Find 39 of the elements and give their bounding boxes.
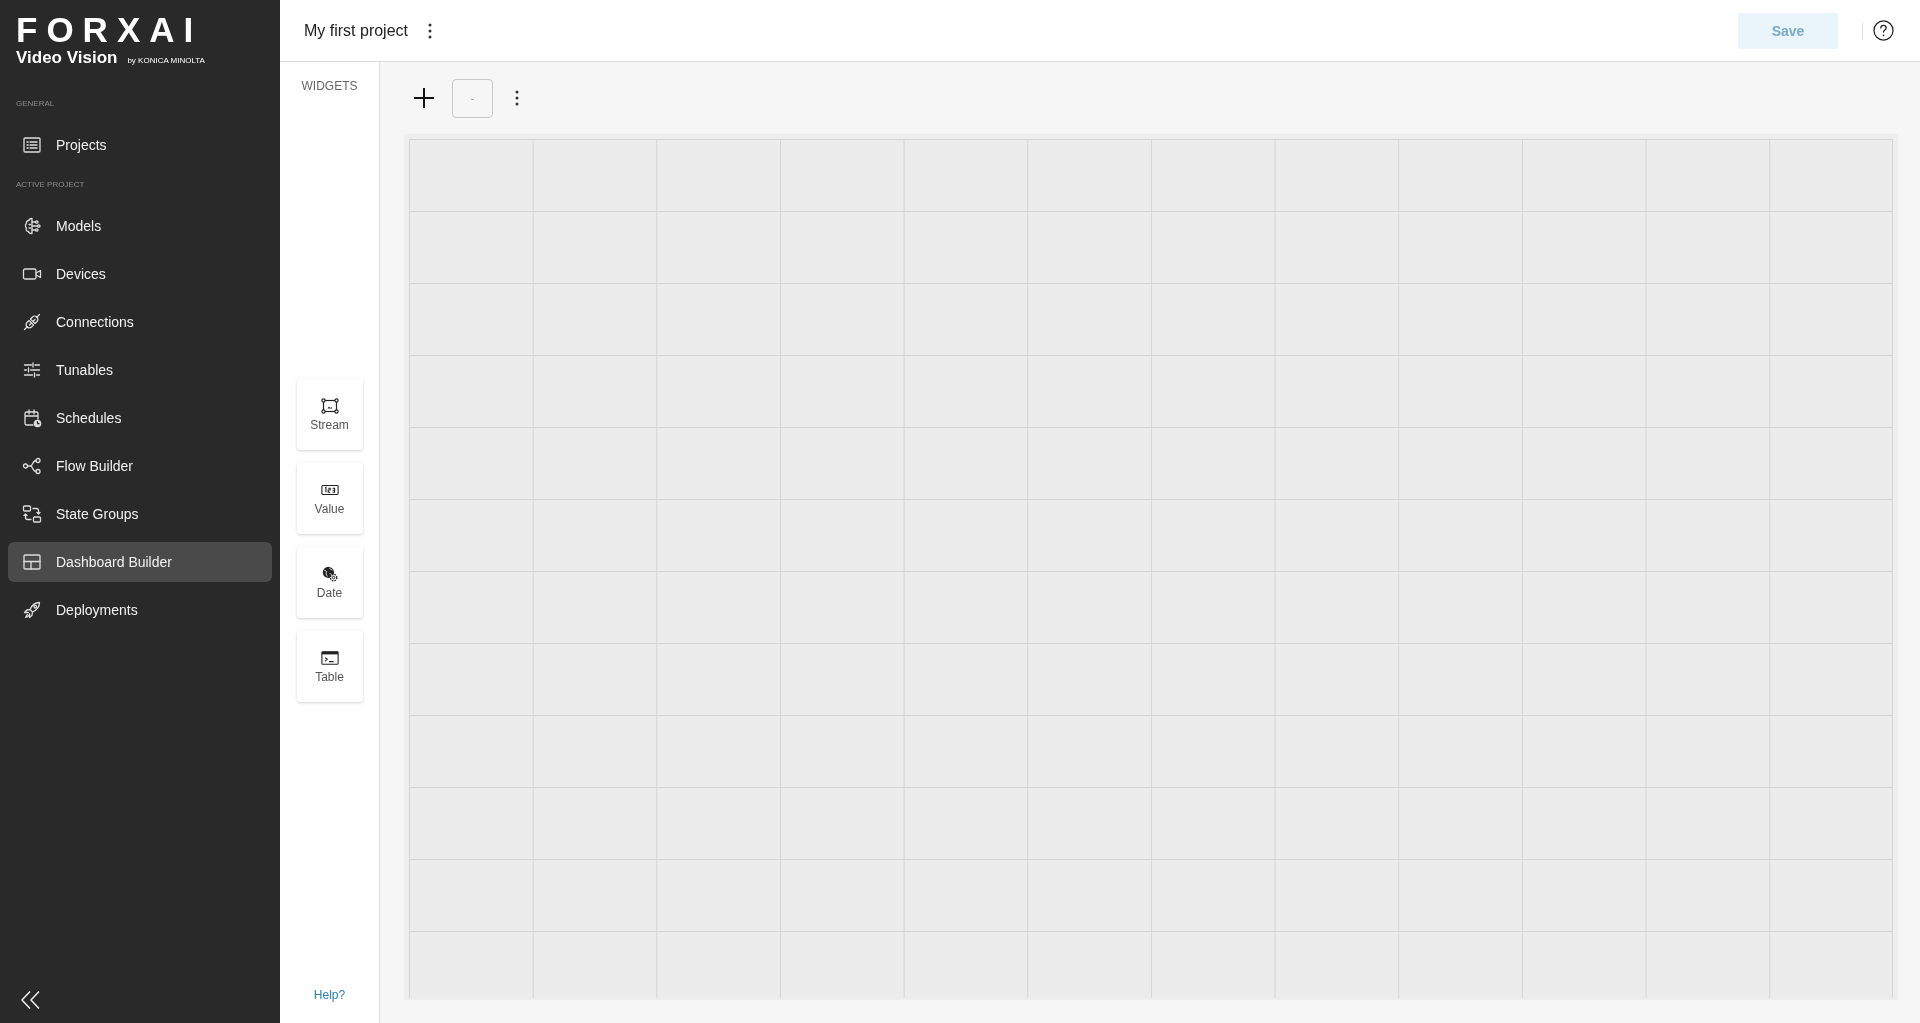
swap-boxes-icon — [22, 504, 42, 524]
rocket-icon — [22, 600, 42, 620]
nav-item[interactable]: Flow Builder — [8, 446, 272, 486]
terminal-icon — [320, 649, 339, 666]
add-icon[interactable] — [414, 88, 434, 108]
widget-tile[interactable]: Value — [296, 463, 363, 534]
plug-icon — [22, 312, 42, 332]
more-icon[interactable] — [515, 90, 519, 106]
nav-item[interactable]: Models — [8, 206, 272, 246]
widget-tile[interactable]: Stream — [296, 379, 363, 450]
list-icon — [22, 135, 42, 155]
nav-item[interactable]: Tunables — [8, 350, 272, 390]
widgets-heading: WIDGETS — [301, 78, 358, 94]
project-title: My first project — [304, 21, 408, 40]
brain-circuit-icon — [22, 216, 42, 236]
nav-item[interactable]: Projects — [8, 125, 272, 165]
more-icon[interactable] — [428, 22, 432, 39]
logo-byline: by KONICA MINOLTA — [127, 56, 205, 66]
nav-item[interactable]: Devices — [8, 254, 272, 294]
widget-tile[interactable]: Table — [296, 631, 363, 702]
sliders-icon — [22, 360, 42, 380]
layout-icon — [22, 552, 42, 572]
globe-gear-icon — [320, 565, 339, 582]
logo-wordmark: FORXAI — [16, 14, 203, 46]
sidebar-section-heading: GENERAL — [15, 98, 56, 110]
frame-image-icon — [320, 397, 339, 414]
nav-item[interactable]: State Groups — [8, 494, 272, 534]
sidebar-section-heading: ACTIVE PROJECT — [15, 179, 86, 191]
help-link[interactable]: Help? — [313, 987, 346, 1003]
double-chevron-left-icon[interactable] — [20, 990, 41, 1010]
branch-nodes-icon — [22, 456, 42, 476]
nav-item[interactable]: Deployments — [8, 590, 272, 630]
nav-item[interactable]: Connections — [8, 302, 272, 342]
calendar-clock-icon — [22, 408, 42, 428]
nav-item[interactable]: Schedules — [8, 398, 272, 438]
nav-item[interactable]: Dashboard Builder — [8, 542, 272, 582]
help-icon[interactable] — [1873, 20, 1894, 41]
widget-tile[interactable]: Date — [296, 547, 363, 618]
product-name: Video Vision — [16, 48, 118, 68]
